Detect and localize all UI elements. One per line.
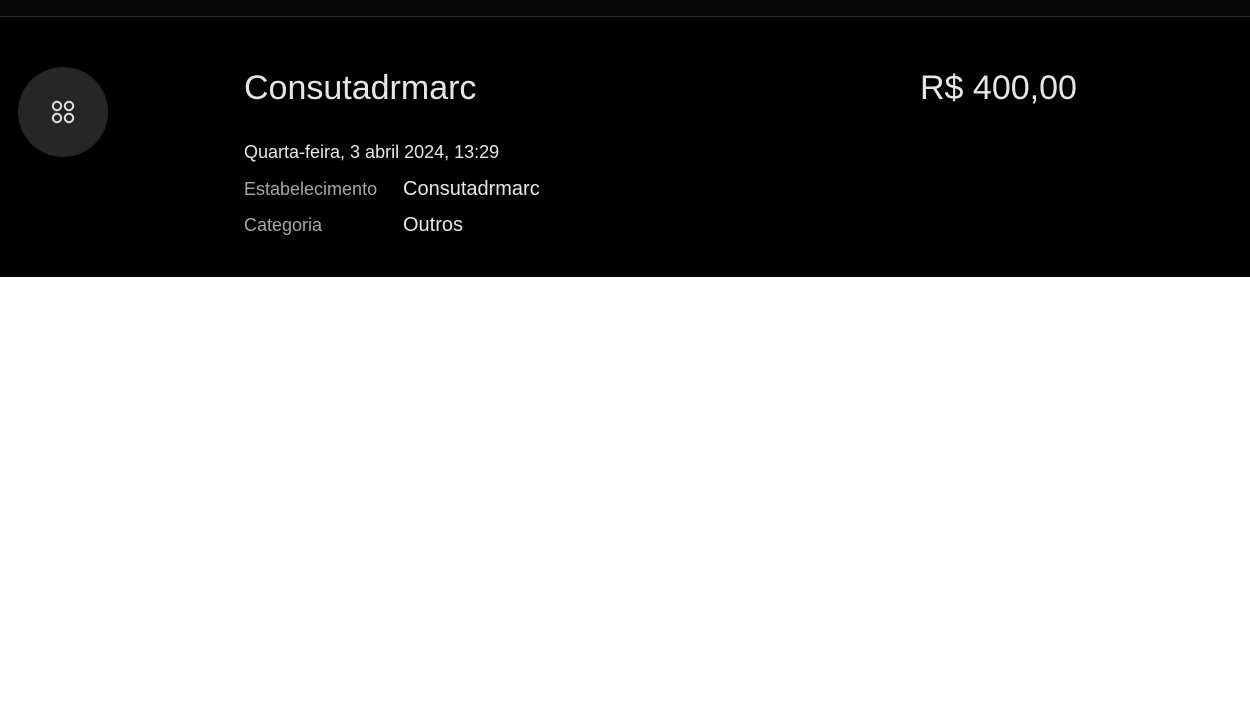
content-area	[0, 277, 1250, 720]
detail-value: Consutadrmarc	[403, 178, 540, 200]
detail-value: Outros	[403, 214, 464, 236]
transaction-datetime: Quarta-feira, 3 abril 2024, 13:29	[244, 142, 500, 162]
category-badge	[18, 67, 108, 157]
top-bar	[0, 0, 1250, 17]
transaction-amount: R$ 400,00	[920, 69, 1077, 107]
detail-label: Estabelecimento	[244, 179, 378, 199]
detail-label: Categoria	[244, 215, 323, 235]
transaction-title: Consutadrmarc	[244, 69, 477, 107]
detail-row-category: Categoria Outros	[244, 214, 844, 238]
category-grid-icon	[50, 99, 76, 125]
detail-row-establishment: Estabelecimento Consutadrmarc	[244, 178, 844, 202]
transaction-detail-panel: Consutadrmarc R$ 400,00 Quarta-feira, 3 …	[0, 17, 1250, 277]
